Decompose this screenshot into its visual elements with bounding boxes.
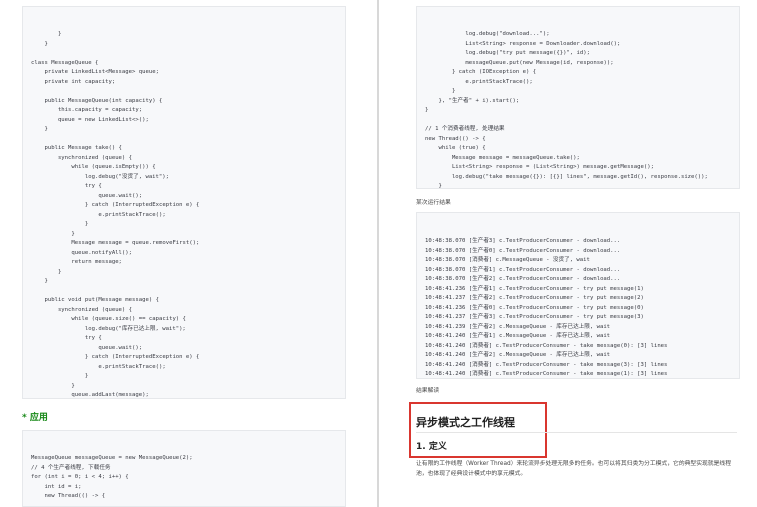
code-line: private LinkedList<Message> queue; <box>31 69 159 75</box>
output-line: 10:48:41.237 [生产者2] c.TestProducerConsum… <box>425 295 644 301</box>
code-block-message-queue: } } class MessageQueue { private LinkedL… <box>22 6 346 399</box>
output-line: 10:48:41.240 [消费者] c.TestProducerConsume… <box>425 361 668 368</box>
code-line: new Thread(() -> { <box>31 493 106 499</box>
code-line: } catch (InterruptedException e) { <box>31 202 200 208</box>
code-line: } <box>31 221 89 227</box>
code-line: }, "生产者" + i).start(); <box>425 97 520 104</box>
code-line: } <box>31 230 75 237</box>
output-line: 10:48:41.240 [消费者] c.TestProducerConsume… <box>425 342 668 349</box>
code-line: synchronized (queue) { <box>31 154 133 161</box>
code-line: for (int i = 0; i < 4; i++) { <box>31 474 129 480</box>
code-line: MessageQueue messageQueue = new MessageQ… <box>31 455 193 461</box>
output-line: 10:48:38.070 [生产者1] c.TestProducerConsum… <box>425 266 621 273</box>
code-line: try { <box>31 335 102 341</box>
code-line: e.printStackTrace(); <box>31 363 166 370</box>
code-line: private int capacity; <box>31 78 116 85</box>
code-line: this.capacity = capacity; <box>31 107 143 113</box>
code-line: public void put(Message message) { <box>31 297 159 303</box>
code-line: Message message = messageQueue.take(); <box>425 154 580 161</box>
code-line: new Thread(() -> { <box>425 135 486 142</box>
code-line: queue.wait(); <box>31 344 143 351</box>
code-line: e.printStackTrace(); <box>31 211 166 218</box>
code-line: List<String> response = (List<String>) m… <box>425 164 655 170</box>
run-result-label: 某次运行结果 <box>416 200 451 206</box>
code-line: } <box>31 31 62 37</box>
code-line: queue = new LinkedList<>(); <box>31 116 149 123</box>
output-line: 10:48:41.240 [消费者] c.TestProducerConsume… <box>425 371 668 377</box>
code-line: } <box>425 183 442 189</box>
output-line: 10:48:41.236 [生产者0] c.TestProducerConsum… <box>425 304 644 311</box>
output-line: 10:48:41.240 [生产者2] c.MessageQueue - 库存已… <box>425 352 611 358</box>
output-block: 10:48:38.070 [生产者3] c.TestProducerConsum… <box>416 212 740 379</box>
code-line: queue.wait(); <box>31 192 143 199</box>
code-line: // 1 个消费者线程, 处理结果 <box>425 126 505 132</box>
section-heading-apply: * 应用 <box>22 413 48 423</box>
output-line: 10:48:41.240 [生产者1] c.MessageQueue - 库存已… <box>425 333 611 339</box>
code-line: while (queue.size() == capacity) { <box>31 316 186 322</box>
code-line: } <box>31 278 48 284</box>
code-block-apply: MessageQueue messageQueue = new MessageQ… <box>22 430 346 507</box>
code-line: Message message = queue.removeFirst(); <box>31 240 200 246</box>
code-line: log.debug("库存已达上限, wait"); <box>31 325 186 332</box>
code-block-producer-consumer: log.debug("download..."); List<String> r… <box>416 6 740 189</box>
code-line: } <box>31 40 48 47</box>
code-line: while (true) { <box>425 145 486 151</box>
output-line: 10:48:38.070 [生产者2] c.TestProducerConsum… <box>425 276 621 282</box>
code-line: e.printStackTrace(); <box>425 78 533 85</box>
code-line: } <box>31 373 89 379</box>
page-divider <box>377 0 379 507</box>
code-line: log.debug("take message({}): [{}] lines"… <box>425 173 708 180</box>
code-line: messageQueue.put(new Message(id, respons… <box>425 59 614 66</box>
output-line: 10:48:41.237 [生产者3] c.TestProducerConsum… <box>425 314 644 320</box>
code-line: try { <box>31 183 102 189</box>
code-line: } <box>31 382 75 389</box>
heading-rule <box>416 432 737 433</box>
code-line: synchronized (queue) { <box>31 306 133 313</box>
code-line: public Message take() { <box>31 145 122 151</box>
code-line: log.debug("try put message({})", id); <box>425 50 591 56</box>
code-line: } catch (InterruptedException e) { <box>31 354 200 360</box>
output-line: 10:48:38.070 [生产者0] c.TestProducerConsum… <box>425 247 621 254</box>
heading-definition: 1. 定义 <box>416 442 447 452</box>
code-line: } <box>31 268 62 275</box>
code-line: class MessageQueue { <box>31 59 99 66</box>
output-line: 10:48:41.236 [生产者1] c.TestProducerConsum… <box>425 285 644 292</box>
code-line: // 4 个生产者线程, 下载任务 <box>31 464 111 471</box>
code-line: } catch (IOException e) { <box>425 69 537 75</box>
code-line: List<String> response = Downloader.downl… <box>425 40 621 47</box>
output-line: 10:48:38.070 [生产者3] c.TestProducerConsum… <box>425 238 621 244</box>
definition-paragraph: 让有限的工作线程（Worker Thread）来轮流异步处理无限多的任务。也可以… <box>416 461 731 477</box>
code-line: } <box>31 126 48 132</box>
heading-async-worker-thread: 异步模式之工作线程 <box>416 416 515 429</box>
code-line: int id = i; <box>31 483 82 490</box>
result-explain-label: 结果解读 <box>416 388 440 394</box>
code-line: return message; <box>31 259 122 265</box>
code-line: queue.notifyAll(); <box>31 249 133 256</box>
code-line: log.debug("没货了, wait"); <box>31 173 170 180</box>
code-line: while (queue.isEmpty()) { <box>31 164 156 170</box>
code-line: } <box>425 107 429 113</box>
output-line: 10:48:41.239 [生产者2] c.MessageQueue - 库存已… <box>425 323 611 330</box>
code-line: log.debug("download..."); <box>425 31 550 37</box>
code-line: queue.addLast(message); <box>31 392 149 398</box>
output-line: 10:48:38.070 [消费者] c.MessageQueue - 没货了,… <box>425 257 590 263</box>
code-line: public MessageQueue(int capacity) { <box>31 97 163 104</box>
code-line: } <box>425 88 456 94</box>
